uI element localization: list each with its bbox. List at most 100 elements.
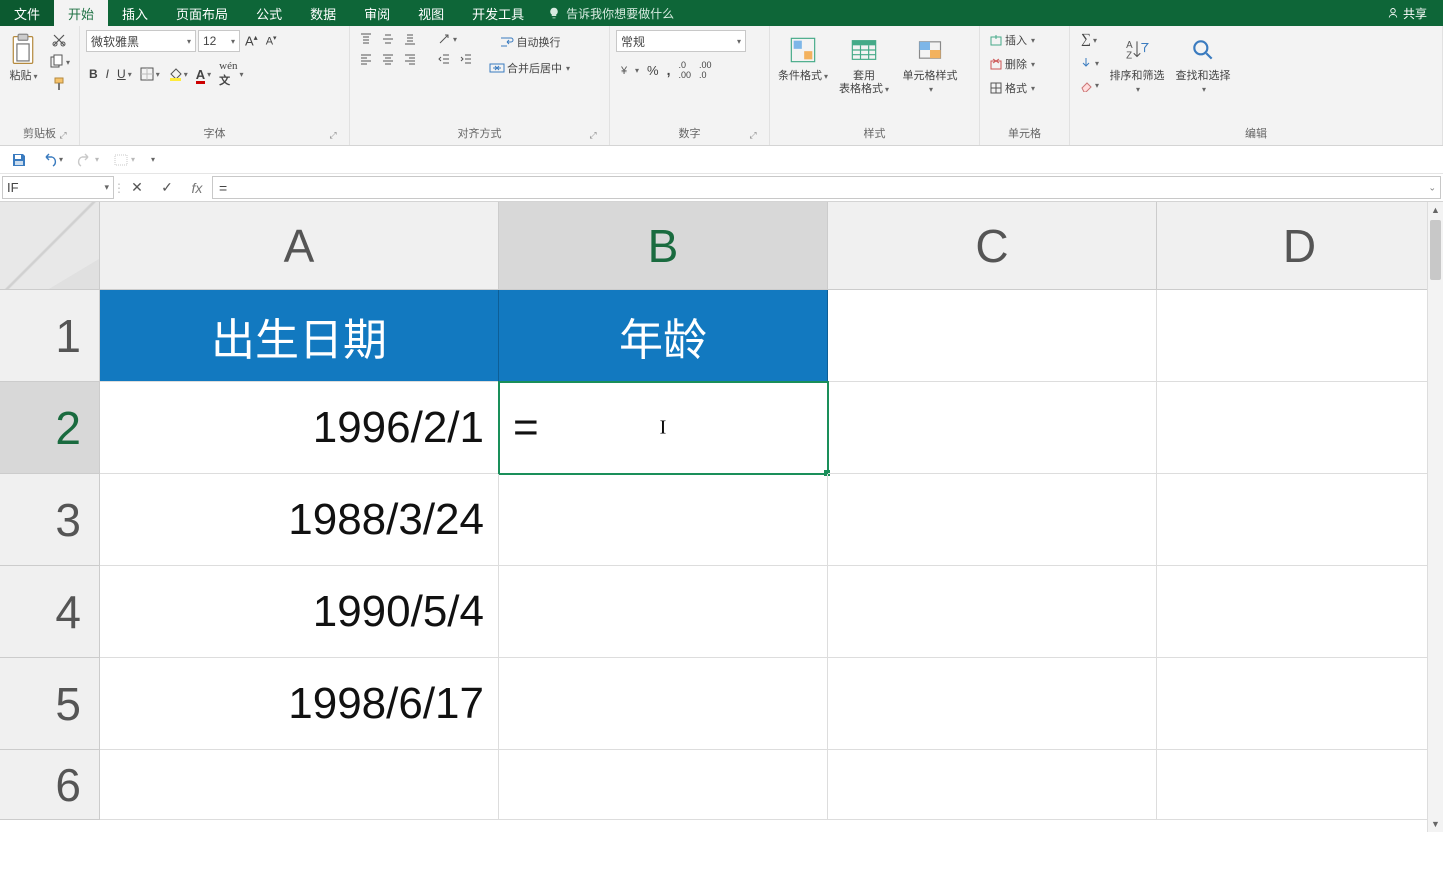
name-box[interactable]: IF ▾ <box>2 176 114 199</box>
format-painter-button[interactable] <box>45 74 73 94</box>
cell-C3[interactable] <box>828 474 1157 566</box>
clipboard-launcher[interactable]: ⤢ <box>57 129 69 141</box>
tab-developer[interactable]: 开发工具 <box>458 0 538 26</box>
align-right-button[interactable] <box>400 50 420 68</box>
redo-button[interactable]: ▾ <box>74 150 102 170</box>
cut-button[interactable] <box>45 30 73 50</box>
paste-button[interactable]: 粘贴▾ <box>6 30 41 85</box>
decrease-decimal-button[interactable]: .00.0 <box>696 58 715 82</box>
border-button[interactable]: ▾ <box>137 65 163 83</box>
align-bottom-button[interactable] <box>400 30 420 48</box>
cell-D3[interactable] <box>1157 474 1443 566</box>
column-header-B[interactable]: B <box>499 202 828 290</box>
phonetic-button[interactable]: wén文▾ <box>216 58 246 90</box>
fill-button[interactable]: ▾ <box>1076 54 1102 72</box>
tell-me-search[interactable]: 告诉我你想要做什么 <box>538 0 684 26</box>
row-header-5[interactable]: 5 <box>0 658 100 750</box>
cancel-formula-button[interactable]: ✕ <box>122 174 152 201</box>
orientation-button[interactable]: ▾ <box>434 30 460 48</box>
row-header-1[interactable]: 1 <box>0 290 100 382</box>
cell-B3[interactable] <box>499 474 828 566</box>
tab-review[interactable]: 审阅 <box>350 0 404 26</box>
cell-D1[interactable] <box>1157 290 1443 382</box>
comma-button[interactable]: , <box>664 60 674 80</box>
tab-insert[interactable]: 插入 <box>108 0 162 26</box>
increase-indent-button[interactable] <box>456 50 476 68</box>
align-center-button[interactable] <box>378 50 398 68</box>
cell-B2[interactable]: = I <box>499 382 828 474</box>
increase-font-button[interactable]: A▴ <box>242 31 261 50</box>
merge-center-button[interactable]: 合并后居中▾ <box>486 56 573 80</box>
delete-cells-button[interactable]: 删除▾ <box>986 54 1038 74</box>
cell-B1[interactable]: 年龄 <box>499 290 828 382</box>
cell-B4[interactable] <box>499 566 828 658</box>
undo-button[interactable]: ▾ <box>38 150 66 170</box>
scroll-track[interactable] <box>1428 218 1443 816</box>
percent-button[interactable]: % <box>644 61 662 80</box>
cell-D5[interactable] <box>1157 658 1443 750</box>
tab-view[interactable]: 视图 <box>404 0 458 26</box>
cell-C4[interactable] <box>828 566 1157 658</box>
conditional-format-button[interactable]: 条件格式▾ <box>776 30 830 85</box>
fill-color-button[interactable]: ▾ <box>165 65 191 83</box>
scroll-up-button[interactable]: ▲ <box>1428 202 1443 218</box>
font-name-select[interactable]: 微软雅黑▾ <box>86 30 196 52</box>
select-all-corner[interactable] <box>0 202 100 290</box>
clear-button[interactable]: ▾ <box>1076 76 1102 94</box>
bold-button[interactable]: B <box>86 65 101 83</box>
currency-button[interactable]: ¥▾ <box>616 61 642 79</box>
expand-formula-bar-button[interactable]: ⌄ <box>1428 182 1436 193</box>
font-size-select[interactable]: 12▾ <box>198 30 240 52</box>
formula-input[interactable]: = ⌄ <box>212 176 1441 199</box>
italic-button[interactable]: I <box>103 65 112 83</box>
cell-A2[interactable]: 1996/2/1 <box>100 382 499 474</box>
find-select-button[interactable]: 查找和选择▾ <box>1172 30 1234 98</box>
format-cells-button[interactable]: 格式▾ <box>986 78 1038 98</box>
cell-B5[interactable] <box>499 658 828 750</box>
insert-function-button[interactable]: fx <box>182 174 212 201</box>
customize-qat-button[interactable]: ▾ <box>146 153 158 166</box>
column-header-D[interactable]: D <box>1157 202 1443 290</box>
cell-D6[interactable] <box>1157 750 1443 820</box>
tab-page-layout[interactable]: 页面布局 <box>162 0 242 26</box>
vertical-scrollbar[interactable]: ▲ ▼ <box>1427 202 1443 832</box>
tab-file[interactable]: 文件 <box>0 0 54 26</box>
sort-filter-button[interactable]: AZ 排序和筛选▾ <box>1106 30 1168 98</box>
autosum-button[interactable]: ∑▾ <box>1076 30 1102 50</box>
cell-D4[interactable] <box>1157 566 1443 658</box>
wrap-text-button[interactable]: 自动换行 <box>486 30 573 54</box>
column-header-C[interactable]: C <box>828 202 1157 290</box>
row-header-4[interactable]: 4 <box>0 566 100 658</box>
font-color-button[interactable]: A▾ <box>193 65 214 84</box>
align-launcher[interactable]: ⤢ <box>587 129 599 141</box>
qat-extra-button[interactable]: ▾ <box>110 150 138 170</box>
cell-C1[interactable] <box>828 290 1157 382</box>
save-button[interactable] <box>8 150 30 170</box>
decrease-indent-button[interactable] <box>434 50 454 68</box>
increase-decimal-button[interactable]: .0.00 <box>675 58 694 82</box>
number-launcher[interactable]: ⤢ <box>747 129 759 141</box>
cell-styles-button[interactable]: 单元格样式▾ <box>898 30 962 98</box>
cell-A6[interactable] <box>100 750 499 820</box>
scroll-thumb[interactable] <box>1430 220 1441 280</box>
cell-D2[interactable] <box>1157 382 1443 474</box>
cell-C6[interactable] <box>828 750 1157 820</box>
cell-C5[interactable] <box>828 658 1157 750</box>
cell-A1[interactable]: 出生日期 <box>100 290 499 382</box>
cell-A3[interactable]: 1988/3/24 <box>100 474 499 566</box>
align-middle-button[interactable] <box>378 30 398 48</box>
tab-home[interactable]: 开始 <box>54 0 108 26</box>
format-as-table-button[interactable]: 套用 表格格式▾ <box>834 30 894 98</box>
decrease-font-button[interactable]: A▾ <box>263 32 280 50</box>
row-header-2[interactable]: 2 <box>0 382 100 474</box>
cell-B6[interactable] <box>499 750 828 820</box>
copy-button[interactable]: ▾ <box>45 52 73 72</box>
tab-formulas[interactable]: 公式 <box>242 0 296 26</box>
insert-cells-button[interactable]: 插入▾ <box>986 30 1038 50</box>
cell-C2[interactable] <box>828 382 1157 474</box>
number-format-select[interactable]: 常规▾ <box>616 30 746 52</box>
share-button[interactable]: 共享 <box>1377 0 1437 26</box>
column-header-A[interactable]: A <box>100 202 499 290</box>
underline-button[interactable]: U▾ <box>114 65 135 83</box>
cell-A4[interactable]: 1990/5/4 <box>100 566 499 658</box>
